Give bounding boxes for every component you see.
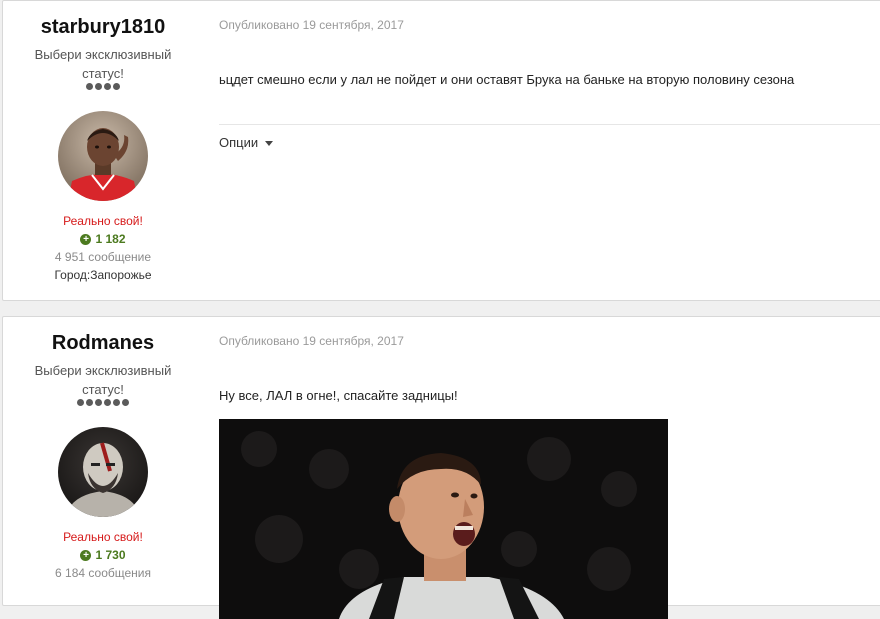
username-link[interactable]: Rodmanes <box>3 332 203 355</box>
rank-pips <box>3 399 203 406</box>
rank-pip <box>95 83 102 90</box>
rank-pip <box>113 83 120 90</box>
reputation-value: 1 730 <box>95 548 126 562</box>
reputation: + 1 730 <box>3 548 203 562</box>
user-status: Выбери эксклюзивный статус! <box>34 363 172 397</box>
username-link[interactable]: starbury1810 <box>3 16 203 39</box>
user-status: Выбери эксклюзивный статус! <box>34 47 172 81</box>
rank-pip <box>104 399 111 406</box>
avatar[interactable] <box>58 111 148 201</box>
post-date: Опубликовано 19 сентября, 2017 <box>219 334 404 348</box>
post-image[interactable] <box>219 419 668 619</box>
post-count: 4 951 сообщение <box>54 250 152 264</box>
plus-circle-icon: + <box>80 233 92 245</box>
reputation: + 1 182 <box>3 232 203 246</box>
reputation-value: 1 182 <box>95 232 126 246</box>
forum-post: starbury1810 Выбери эксклюзивный статус! <box>2 0 880 301</box>
rank-pip <box>95 399 102 406</box>
rank-pip <box>86 399 93 406</box>
user-group: Реально свой! <box>63 530 143 544</box>
rank-pips <box>3 83 203 90</box>
rank-pip <box>113 399 120 406</box>
divider <box>219 124 880 125</box>
user-group: Реально свой! <box>63 214 143 228</box>
user-city: Город:Запорожье <box>54 268 152 282</box>
caret-down-icon <box>265 140 274 146</box>
options-menu-button[interactable]: Опции <box>219 135 274 150</box>
plus-circle-icon: + <box>80 549 92 561</box>
post-content: Ну все, ЛАЛ в огне!, спасайте задницы! <box>219 388 458 403</box>
forum-post: Rodmanes Выбери эксклюзивный статус! Реа… <box>2 316 880 619</box>
post-date: Опубликовано 19 сентября, 2017 <box>219 18 404 32</box>
rank-pip <box>77 399 84 406</box>
rank-pip <box>86 83 93 90</box>
post-count: 6 184 сообщения <box>55 566 151 580</box>
post-content: ьцдет смешно если у лал не пойдет и они … <box>219 72 795 87</box>
options-label: Опции <box>219 135 259 150</box>
avatar[interactable] <box>58 427 148 517</box>
rank-pip <box>122 399 129 406</box>
rank-pip <box>104 83 111 90</box>
